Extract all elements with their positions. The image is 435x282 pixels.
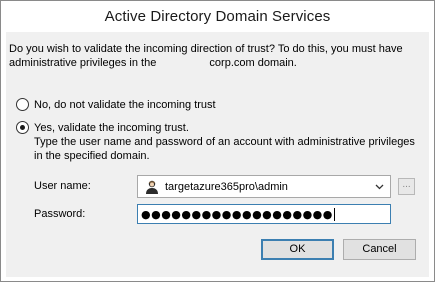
radio-option-no[interactable]: No, do not validate the incoming trust bbox=[16, 98, 216, 111]
title-bar: Active Directory Domain Services bbox=[1, 1, 434, 32]
window-title: Active Directory Domain Services bbox=[104, 8, 331, 25]
redacted-domain bbox=[159, 56, 210, 68]
question-suffix: corp.com domain. bbox=[209, 57, 297, 69]
password-masked-value: ●●●●●●●●●●●●●●●●●●● bbox=[141, 207, 333, 221]
username-combobox[interactable]: targetazure365pro\admin bbox=[137, 175, 391, 198]
radio-yes[interactable] bbox=[16, 121, 29, 134]
password-field[interactable]: ●●●●●●●●●●●●●●●●●●● bbox=[137, 204, 391, 224]
username-value: targetazure365pro\admin bbox=[165, 180, 288, 193]
username-label: User name: bbox=[34, 180, 91, 192]
radio-option-yes[interactable]: Yes, validate the incoming trust. bbox=[16, 121, 189, 134]
chevron-down-icon[interactable] bbox=[373, 182, 385, 192]
ok-button[interactable]: OK bbox=[261, 239, 334, 260]
credentials-instructions: Type the user name and password of an ac… bbox=[34, 136, 415, 162]
text-caret bbox=[333, 207, 335, 221]
browse-users-button[interactable]: ... bbox=[398, 178, 415, 195]
radio-yes-label: Yes, validate the incoming trust. bbox=[34, 121, 189, 134]
dialog-window: Active Directory Domain Services Do you … bbox=[0, 0, 435, 282]
user-icon bbox=[146, 180, 158, 194]
cancel-button[interactable]: Cancel bbox=[343, 239, 416, 260]
trust-question: Do you wish to validate the incoming dir… bbox=[9, 42, 425, 70]
dialog-body: Do you wish to validate the incoming dir… bbox=[6, 32, 429, 277]
radio-no[interactable] bbox=[16, 98, 29, 111]
password-label: Password: bbox=[34, 208, 86, 220]
radio-no-label: No, do not validate the incoming trust bbox=[34, 98, 216, 111]
